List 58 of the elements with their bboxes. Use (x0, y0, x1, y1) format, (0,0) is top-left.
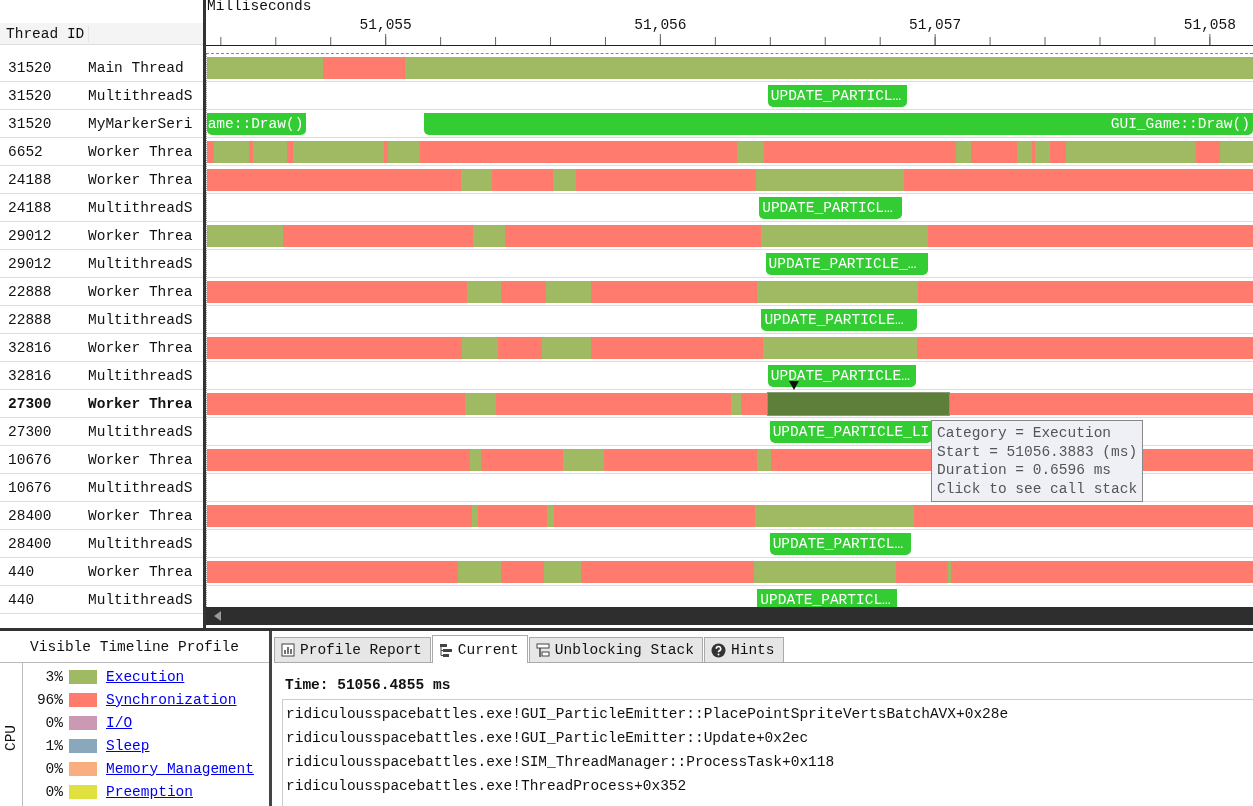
tick-label: 51,058 (1183, 17, 1236, 33)
percentage: 96% (35, 691, 63, 708)
thread-id: 6652 (7, 143, 44, 160)
percentage: 0% (44, 760, 63, 777)
thread-id: 31520 (7, 87, 53, 104)
thread-name: Worker Threa (88, 507, 193, 524)
thread-name: Worker Threa (88, 563, 193, 580)
percentage: 1% (44, 737, 63, 754)
thread-name: Worker Threa (88, 283, 193, 300)
percentage: 3% (44, 668, 63, 685)
tick-label: 51,057 (909, 17, 962, 33)
tooltip-line: Start = 51056.3883 (ms) (937, 442, 1138, 462)
tick-label: 51,055 (359, 17, 412, 33)
tooltip-line: Duration = 0.6596 ms (937, 461, 1113, 480)
thread-id: 10676 (7, 479, 53, 496)
thread-name: Worker Threa (88, 143, 193, 160)
thread-id: 24188 (7, 171, 53, 188)
thread-name: MyMarkerSeri (88, 115, 193, 132)
thread-name: Worker Threa (88, 451, 193, 468)
time-label: Time: 51056.4855 ms (284, 676, 452, 695)
thread-name: Worker Threa (88, 339, 193, 356)
thread-id: 31520 (7, 115, 53, 132)
thread-name: MultithreadS (88, 87, 193, 104)
thread-name: Worker Threa (88, 395, 193, 412)
thread-id: 32816 (7, 339, 53, 356)
thread-name: MultithreadS (88, 255, 193, 272)
thread-id: 24188 (7, 199, 53, 216)
percentage: 0% (44, 714, 63, 731)
tooltip-line: Click to see call stack (937, 479, 1138, 499)
thread-id: 28400 (7, 507, 53, 524)
thread-name: MultithreadS (88, 311, 193, 328)
thread-name: MultithreadS (88, 423, 193, 440)
thread-id: 27300 (7, 395, 53, 412)
axis-title: Milliseconds (207, 0, 312, 14)
thread-name: MultithreadS (88, 199, 193, 216)
thread-id: 440 (7, 591, 36, 608)
thread-id: 29012 (7, 227, 53, 244)
group-label: CPU (3, 724, 19, 752)
percentage: 0% (44, 783, 63, 800)
thread-name: MultithreadS (88, 591, 193, 608)
thread-name: Main Thread (88, 59, 184, 76)
tick-label: 51,056 (634, 17, 687, 33)
thread-id: 28400 (7, 535, 53, 552)
thread-id: 22888 (7, 311, 53, 328)
thread-name: Worker Threa (88, 227, 193, 244)
thread-id: 440 (7, 563, 36, 580)
thread-name: MultithreadS (88, 479, 193, 496)
panel-title: Visible Timeline Profile (30, 638, 239, 655)
thread-name: MultithreadS (88, 367, 193, 384)
thread-id: 22888 (7, 283, 53, 300)
tooltip-line: Category = Execution (937, 424, 1113, 443)
thread-id: 27300 (7, 423, 53, 440)
thread-id: 31520 (7, 59, 53, 76)
thread-id: 10676 (7, 451, 53, 468)
thread-id: 29012 (7, 255, 53, 272)
thread-name: Worker Threa (88, 171, 193, 188)
thread-id: 32816 (7, 367, 53, 384)
thread-name: MultithreadS (88, 535, 193, 552)
